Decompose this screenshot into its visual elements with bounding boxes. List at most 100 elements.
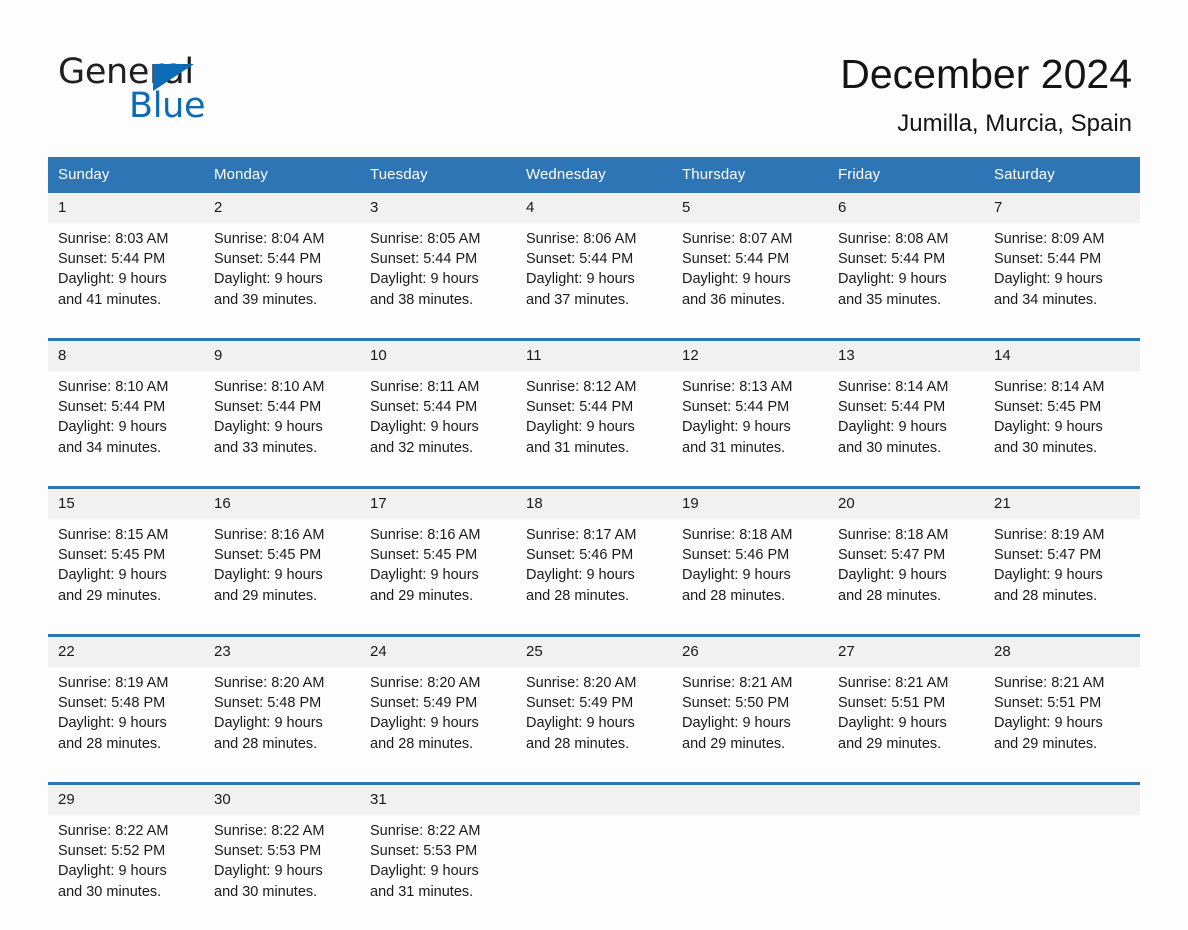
day-cell: Sunrise: 8:16 AM Sunset: 5:45 PM Daylight:… xyxy=(360,519,516,636)
day-daylight-2-text: and 34 minutes. xyxy=(994,291,1098,308)
day-number-empty xyxy=(984,782,1140,815)
day-daylight-2-text: and 29 minutes. xyxy=(214,587,318,604)
day-sunset-text: Sunset: 5:44 PM xyxy=(994,251,1102,268)
day-cell: Sunrise: 8:07 AM Sunset: 5:44 PM Daylight:… xyxy=(672,223,828,340)
day-sunset-text: Sunset: 5:44 PM xyxy=(214,399,322,416)
day-number[interactable]: 16 xyxy=(204,486,360,519)
day-cell-empty xyxy=(672,815,828,930)
day-daylight-2-text: and 36 minutes. xyxy=(682,291,786,308)
day-number[interactable]: 3 xyxy=(360,193,516,223)
day-cell: Sunrise: 8:03 AM Sunset: 5:44 PM Daylight:… xyxy=(48,223,204,340)
day-cell: Sunrise: 8:14 AM Sunset: 5:45 PM Daylight:… xyxy=(984,371,1140,488)
day-daylight-2-text: and 28 minutes. xyxy=(526,735,630,752)
day-number[interactable]: 18 xyxy=(516,486,672,519)
day-daylight-2-text: and 31 minutes. xyxy=(526,439,630,456)
day-sunset-text: Sunset: 5:47 PM xyxy=(994,547,1102,564)
day-daylight-1-text: Daylight: 9 hours xyxy=(994,715,1103,732)
day-daylight-2-text: and 38 minutes. xyxy=(370,291,474,308)
day-sunset-text: Sunset: 5:44 PM xyxy=(58,399,166,416)
day-number[interactable]: 15 xyxy=(48,486,204,519)
day-daylight-1-text: Daylight: 9 hours xyxy=(994,419,1103,436)
day-number[interactable]: 12 xyxy=(672,338,828,371)
day-daylight-2-text: and 28 minutes. xyxy=(526,587,630,604)
day-number[interactable]: 28 xyxy=(984,634,1140,667)
day-daylight-1-text: Daylight: 9 hours xyxy=(526,567,635,584)
day-number[interactable]: 14 xyxy=(984,338,1140,371)
day-number-empty xyxy=(672,782,828,815)
day-number[interactable]: 27 xyxy=(828,634,984,667)
day-daylight-2-text: and 31 minutes. xyxy=(370,883,474,900)
day-number[interactable]: 5 xyxy=(672,193,828,223)
day-sunrise-text: Sunrise: 8:21 AM xyxy=(994,675,1105,691)
day-number[interactable]: 10 xyxy=(360,338,516,371)
day-cell: Sunrise: 8:21 AM Sunset: 5:50 PM Daylight:… xyxy=(672,667,828,784)
day-cell-empty xyxy=(516,815,672,930)
day-sunset-text: Sunset: 5:44 PM xyxy=(682,399,790,416)
day-number[interactable]: 29 xyxy=(48,782,204,815)
day-number[interactable]: 17 xyxy=(360,486,516,519)
day-sunset-text: Sunset: 5:53 PM xyxy=(214,843,322,860)
day-daylight-1-text: Daylight: 9 hours xyxy=(526,271,635,288)
day-cell: Sunrise: 8:22 AM Sunset: 5:53 PM Daylight:… xyxy=(204,815,360,930)
day-daylight-1-text: Daylight: 9 hours xyxy=(370,863,479,880)
day-number[interactable]: 24 xyxy=(360,634,516,667)
day-sunset-text: Sunset: 5:45 PM xyxy=(370,547,478,564)
day-daylight-1-text: Daylight: 9 hours xyxy=(370,271,479,288)
day-number[interactable]: 1 xyxy=(48,193,204,223)
day-number-empty xyxy=(828,782,984,815)
day-number[interactable]: 9 xyxy=(204,338,360,371)
day-sunset-text: Sunset: 5:48 PM xyxy=(58,695,166,712)
day-cell: Sunrise: 8:19 AM Sunset: 5:47 PM Daylight:… xyxy=(984,519,1140,636)
column-header-tuesday: Tuesday xyxy=(360,157,516,193)
day-number[interactable]: 4 xyxy=(516,193,672,223)
day-number[interactable]: 2 xyxy=(204,193,360,223)
day-number[interactable]: 13 xyxy=(828,338,984,371)
column-header-sunday: Sunday xyxy=(48,157,204,193)
day-sunrise-text: Sunrise: 8:22 AM xyxy=(370,823,481,839)
day-daylight-2-text: and 37 minutes. xyxy=(526,291,630,308)
day-sunrise-text: Sunrise: 8:12 AM xyxy=(526,379,637,395)
day-number[interactable]: 30 xyxy=(204,782,360,815)
day-cell: Sunrise: 8:13 AM Sunset: 5:44 PM Daylight:… xyxy=(672,371,828,488)
day-sunrise-text: Sunrise: 8:21 AM xyxy=(682,675,793,691)
title-block: December 2024 Jumilla, Murcia, Spain xyxy=(840,48,1132,139)
general-blue-logo[interactable]: General Blue xyxy=(58,52,318,130)
day-sunset-text: Sunset: 5:51 PM xyxy=(994,695,1102,712)
day-daylight-1-text: Daylight: 9 hours xyxy=(370,419,479,436)
day-number[interactable]: 21 xyxy=(984,486,1140,519)
day-daylight-1-text: Daylight: 9 hours xyxy=(58,567,167,584)
week-daynumber-row: 8 9 10 11 12 13 14 xyxy=(48,338,1140,371)
day-number[interactable]: 7 xyxy=(984,193,1140,223)
page-header: General Blue December 2024 Jumilla, Murc… xyxy=(0,0,1188,148)
day-daylight-2-text: and 28 minutes. xyxy=(682,587,786,604)
day-cell: Sunrise: 8:17 AM Sunset: 5:46 PM Daylight:… xyxy=(516,519,672,636)
day-daylight-1-text: Daylight: 9 hours xyxy=(58,271,167,288)
week-daynumber-row: 22 23 24 25 26 27 28 xyxy=(48,634,1140,667)
day-number[interactable]: 20 xyxy=(828,486,984,519)
day-daylight-2-text: and 30 minutes. xyxy=(838,439,942,456)
day-cell: Sunrise: 8:14 AM Sunset: 5:44 PM Daylight:… xyxy=(828,371,984,488)
day-number[interactable]: 19 xyxy=(672,486,828,519)
day-number[interactable]: 31 xyxy=(360,782,516,815)
day-number[interactable]: 26 xyxy=(672,634,828,667)
day-daylight-2-text: and 29 minutes. xyxy=(994,735,1098,752)
day-number[interactable]: 22 xyxy=(48,634,204,667)
day-sunrise-text: Sunrise: 8:20 AM xyxy=(214,675,325,691)
day-number[interactable]: 11 xyxy=(516,338,672,371)
day-number[interactable]: 23 xyxy=(204,634,360,667)
day-number[interactable]: 8 xyxy=(48,338,204,371)
column-header-thursday: Thursday xyxy=(672,157,828,193)
day-sunrise-text: Sunrise: 8:10 AM xyxy=(214,379,325,395)
day-daylight-2-text: and 34 minutes. xyxy=(58,439,162,456)
day-cell: Sunrise: 8:05 AM Sunset: 5:44 PM Daylight:… xyxy=(360,223,516,340)
day-number[interactable]: 6 xyxy=(828,193,984,223)
calendar-header-row: Sunday Monday Tuesday Wednesday Thursday… xyxy=(48,157,1140,193)
day-number[interactable]: 25 xyxy=(516,634,672,667)
day-cell: Sunrise: 8:10 AM Sunset: 5:44 PM Daylight:… xyxy=(204,371,360,488)
day-daylight-2-text: and 30 minutes. xyxy=(994,439,1098,456)
day-cell: Sunrise: 8:18 AM Sunset: 5:46 PM Daylight:… xyxy=(672,519,828,636)
day-daylight-2-text: and 30 minutes. xyxy=(58,883,162,900)
day-cell: Sunrise: 8:09 AM Sunset: 5:44 PM Daylight:… xyxy=(984,223,1140,340)
column-header-friday: Friday xyxy=(828,157,984,193)
day-sunrise-text: Sunrise: 8:14 AM xyxy=(838,379,949,395)
